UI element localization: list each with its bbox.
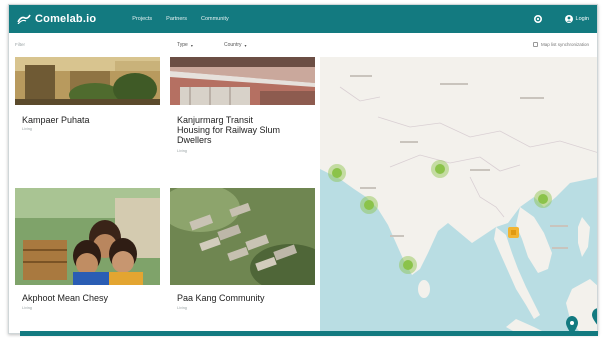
country-dropdown[interactable]: Country ▾ <box>224 42 247 48</box>
country-dropdown-label: Country <box>224 42 242 48</box>
project-card[interactable]: Kampaer Puhata Living <box>15 57 160 182</box>
map-sync-toggle[interactable]: Map list synchronization <box>532 42 589 47</box>
filter-bar: Filter Type ▾ Country ▾ Map list synchro… <box>9 33 597 57</box>
nav-partners[interactable]: Partners <box>166 16 187 22</box>
logo-icon <box>17 14 31 24</box>
map-sync-label: Map list synchronization <box>540 42 589 47</box>
project-title: Paa Kang Community <box>177 293 265 303</box>
project-card[interactable]: Paa Kang Community Living <box>170 188 315 333</box>
filter-label: Filter <box>15 42 25 47</box>
map-canvas[interactable] <box>320 57 598 334</box>
project-card[interactable]: Kanjurmarg Transit Housing for Railway S… <box>170 57 315 182</box>
map-marker-cluster[interactable] <box>360 196 378 214</box>
chevron-down-icon: ▾ <box>244 42 247 48</box>
user-icon <box>564 15 573 23</box>
map-marker-selected[interactable] <box>508 227 519 238</box>
app-window: Comelab.io Projects Partners Community L… <box>8 4 598 334</box>
main-nav: Projects Partners Community <box>132 16 242 22</box>
checkbox-icon <box>532 42 538 47</box>
type-dropdown-label: Type <box>177 42 188 48</box>
nav-community[interactable]: Community <box>201 16 229 22</box>
map-marker-cluster[interactable] <box>399 256 417 274</box>
map-marker-cluster[interactable] <box>534 190 552 208</box>
project-image <box>15 188 160 285</box>
map-marker-cluster[interactable] <box>431 160 449 178</box>
brand-name: Comelab.io <box>35 13 97 25</box>
bottom-accent-bar <box>20 331 598 336</box>
login-label: Login <box>575 16 589 22</box>
type-dropdown[interactable]: Type ▾ <box>177 42 193 48</box>
brand-logo[interactable]: Comelab.io <box>17 13 96 25</box>
project-title: Kanjurmarg Transit Housing for Railway S… <box>177 115 281 145</box>
chevron-down-icon: ▾ <box>190 42 193 48</box>
nav-projects[interactable]: Projects <box>132 16 152 22</box>
project-list: Kampaer Puhata Living Kanjurmarg Transit… <box>9 57 320 333</box>
settings-icon[interactable] <box>533 14 543 24</box>
project-image <box>170 188 315 285</box>
top-navbar: Comelab.io Projects Partners Community L… <box>9 5 597 33</box>
project-category: Living <box>22 127 32 131</box>
project-category: Living <box>177 306 187 310</box>
project-category: Living <box>177 149 187 153</box>
project-map[interactable] <box>320 57 598 334</box>
project-category: Living <box>22 306 32 310</box>
top-actions: Login <box>533 5 589 33</box>
project-card[interactable]: Akphoot Mean Chesy Living <box>15 188 160 333</box>
project-image <box>15 57 160 105</box>
login-button[interactable]: Login <box>564 15 589 23</box>
project-image <box>170 57 315 105</box>
project-title: Akphoot Mean Chesy <box>22 293 109 303</box>
project-title: Kampaer Puhata <box>22 115 90 125</box>
map-marker-cluster[interactable] <box>328 164 346 182</box>
